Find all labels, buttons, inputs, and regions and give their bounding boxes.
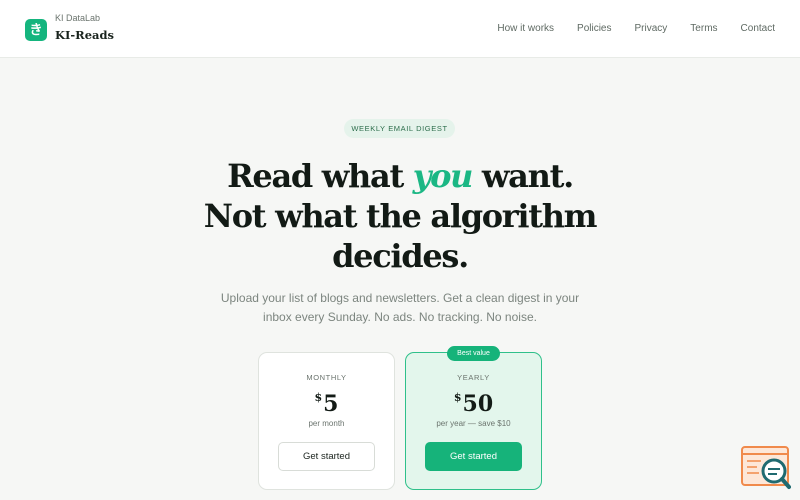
hero-subtitle: Upload your list of blogs and newsletter… bbox=[220, 291, 580, 324]
site-header: き KI DataLab KI-Reads How it works Polic… bbox=[0, 0, 800, 58]
nav-link-policies[interactable]: Policies bbox=[577, 23, 611, 34]
logo-icon[interactable]: き bbox=[25, 19, 47, 41]
nav-link-contact[interactable]: Contact bbox=[741, 23, 775, 34]
price-monthly: $5 bbox=[259, 391, 394, 417]
brand-name[interactable]: KI-Reads bbox=[55, 28, 114, 42]
best-value-badge: Best value bbox=[447, 346, 500, 361]
org-name: KI DataLab bbox=[55, 13, 101, 23]
headline-text-2: want. bbox=[472, 157, 574, 195]
hero-badge: WEEKLY EMAIL DIGEST bbox=[344, 119, 455, 138]
headline-line-2: Not what the algorithm bbox=[203, 197, 598, 235]
pricing-card-monthly: MONTHLY $5 per month Get started bbox=[258, 352, 395, 490]
plan-label-monthly: MONTHLY bbox=[306, 373, 347, 382]
logo-glyph: き bbox=[29, 22, 43, 38]
main-nav: How it works Policies Privacy Terms Cont… bbox=[497, 23, 775, 34]
nav-link-privacy[interactable]: Privacy bbox=[635, 23, 668, 34]
chat-search-icon[interactable] bbox=[741, 446, 791, 490]
hero-headline: Read what you want. Not what the algorit… bbox=[150, 156, 650, 276]
pricing-card-yearly: YEARLY $50 per year — save $10 Get start… bbox=[405, 352, 542, 490]
price-note-yearly: per year — save $10 bbox=[436, 419, 511, 428]
currency-symbol: $ bbox=[453, 391, 462, 404]
price-yearly: $50 bbox=[406, 391, 541, 417]
nav-link-how-it-works[interactable]: How it works bbox=[497, 23, 554, 34]
price-amount: 5 bbox=[323, 391, 339, 417]
headline-line-3: decides. bbox=[332, 237, 469, 275]
headline-text-1: Read what bbox=[227, 157, 413, 195]
price-note-monthly: per month bbox=[308, 419, 345, 428]
nav-link-terms[interactable]: Terms bbox=[690, 23, 717, 34]
get-started-yearly-button[interactable]: Get started bbox=[425, 442, 522, 471]
headline-accent: you bbox=[412, 157, 474, 195]
price-amount: 50 bbox=[462, 391, 494, 417]
get-started-monthly-button[interactable]: Get started bbox=[278, 442, 375, 471]
plan-label-yearly: YEARLY bbox=[457, 373, 490, 382]
currency-symbol: $ bbox=[314, 391, 323, 404]
chat-search-icon-graphic bbox=[741, 446, 791, 489]
